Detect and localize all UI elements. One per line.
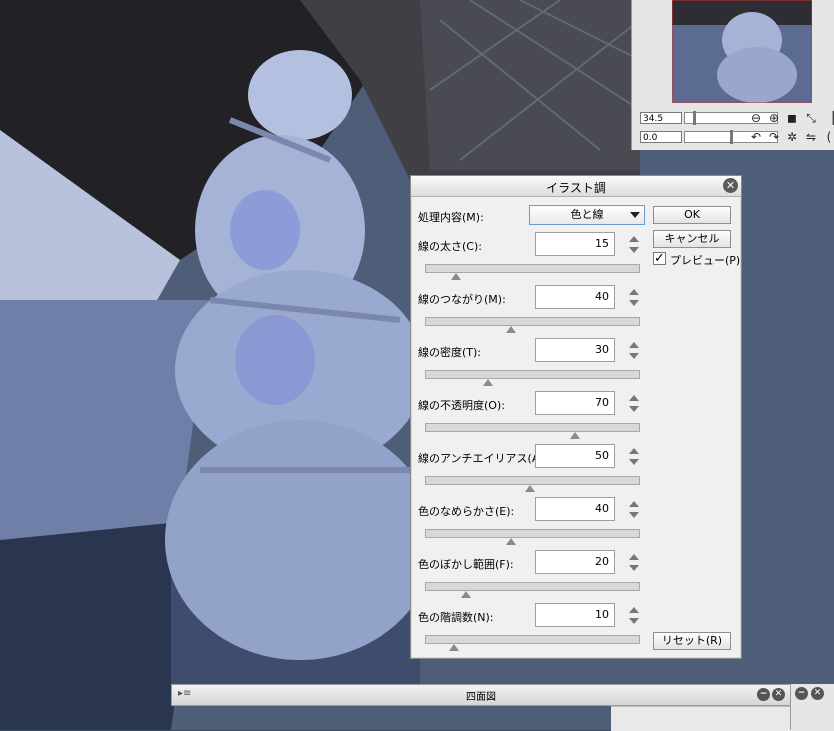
spinner-up-icon[interactable] — [629, 607, 639, 613]
right-dock-panel: − ✕ — [790, 684, 834, 730]
zoom-input[interactable]: 34.5 — [640, 112, 682, 124]
param-spinner[interactable] — [628, 235, 640, 255]
param-spinner[interactable] — [628, 394, 640, 414]
close-icon[interactable]: ✕ — [772, 688, 785, 701]
cancel-button[interactable]: キャンセル — [653, 230, 731, 248]
minimize-icon[interactable]: − — [757, 688, 770, 701]
param-slider[interactable] — [425, 370, 640, 386]
flip-icon[interactable]: ⇋ — [803, 129, 819, 145]
param-value-input[interactable]: 20 — [535, 550, 615, 574]
param-slider[interactable] — [425, 476, 640, 492]
illustration-filter-dialog: イラスト調 ✕ 処理内容(M): 色と線 OK キャンセル ✓ プレビュー(P)… — [410, 175, 742, 659]
spinner-down-icon[interactable] — [629, 247, 639, 253]
spinner-up-icon[interactable] — [629, 554, 639, 560]
param-slider[interactable] — [425, 529, 640, 545]
fit-screen-icon[interactable]: ◼ — [784, 110, 800, 126]
slider-thumb[interactable] — [570, 432, 581, 439]
slider-thumb[interactable] — [461, 591, 472, 598]
param-spinner[interactable] — [628, 553, 640, 573]
bottom-panel-titlebar[interactable]: ▸≡ 四面図 − ✕ — [171, 684, 791, 706]
spinner-up-icon[interactable] — [629, 289, 639, 295]
param-spinner[interactable] — [628, 606, 640, 626]
navigator-thumbnail[interactable] — [672, 0, 812, 103]
spinner-down-icon[interactable] — [629, 353, 639, 359]
slider-thumb[interactable] — [448, 644, 459, 651]
rotate-row: 0.0 ↶ ↷ ✲ ⇋ ( — [640, 129, 834, 145]
preview-label: プレビュー(P) — [670, 254, 741, 267]
slider-thumb[interactable] — [525, 485, 536, 492]
navigator-panel: 34.5 ⊖ ⊕ ◼ ⤡ ▕ 0.0 ↶ ↷ ✲ ⇋ ( — [631, 0, 834, 150]
param-value-input[interactable]: 70 — [535, 391, 615, 415]
param-label: 線のつながり(M): — [418, 293, 506, 306]
zoom-in-icon[interactable]: ⊕ — [766, 110, 782, 126]
spinner-down-icon[interactable] — [629, 512, 639, 518]
param-label: 色のぼかし範囲(F): — [418, 558, 514, 571]
close-icon[interactable]: ✕ — [723, 178, 738, 193]
zoom-row: 34.5 ⊖ ⊕ ◼ ⤡ ▕ — [640, 110, 834, 126]
rotate-slider-knob[interactable] — [730, 130, 733, 144]
spinner-down-icon[interactable] — [629, 565, 639, 571]
param-spinner[interactable] — [628, 341, 640, 361]
param-spinner[interactable] — [628, 500, 640, 520]
slider-thumb[interactable] — [506, 326, 517, 333]
param-value-input[interactable]: 50 — [535, 444, 615, 468]
spinner-down-icon[interactable] — [629, 459, 639, 465]
spinner-up-icon[interactable] — [629, 342, 639, 348]
reset-rotation-icon[interactable]: ✲ — [784, 129, 800, 145]
param-spinner[interactable] — [628, 447, 640, 467]
rotate-left-icon[interactable]: ↶ — [748, 129, 764, 145]
reset-button[interactable]: リセット(R) — [653, 632, 731, 650]
param-label: 線のアンチエイリアス(A): — [418, 452, 548, 465]
spinner-up-icon[interactable] — [629, 236, 639, 242]
mode-select[interactable]: 色と線 — [529, 205, 645, 225]
panel-edge-icon[interactable]: ( — [821, 129, 834, 145]
mode-select-value: 色と線 — [570, 208, 604, 221]
param-label: 色の階調数(N): — [418, 611, 494, 624]
chevron-down-icon — [630, 212, 640, 218]
preview-checkbox[interactable]: ✓ — [653, 252, 666, 265]
slider-thumb[interactable] — [506, 538, 517, 545]
rotate-right-icon[interactable]: ↷ — [766, 129, 782, 145]
param-slider[interactable] — [425, 635, 640, 651]
slider-thumb[interactable] — [450, 273, 461, 280]
param-slider[interactable] — [425, 423, 640, 439]
param-value-input[interactable]: 10 — [535, 603, 615, 627]
param-label: 線の密度(T): — [418, 346, 482, 359]
param-label: 色のなめらかさ(E): — [418, 505, 515, 518]
param-label: 線の太さ(C): — [418, 240, 482, 253]
dialog-title: イラスト調 — [546, 181, 606, 195]
spinner-up-icon[interactable] — [629, 501, 639, 507]
spinner-down-icon[interactable] — [629, 300, 639, 306]
rotate-input[interactable]: 0.0 — [640, 131, 682, 143]
param-value-input[interactable]: 40 — [535, 497, 615, 521]
param-spinner[interactable] — [628, 288, 640, 308]
bottom-panel-title: 四面図 — [466, 692, 496, 703]
param-value-input[interactable]: 15 — [535, 232, 615, 256]
param-slider[interactable] — [425, 317, 640, 333]
param-label: 線の不透明度(O): — [418, 399, 505, 412]
fit-window-icon[interactable]: ⤡ — [803, 110, 819, 126]
param-slider[interactable] — [425, 582, 640, 598]
param-value-input[interactable]: 30 — [535, 338, 615, 362]
spinner-down-icon[interactable] — [629, 406, 639, 412]
zoom-slider-knob[interactable] — [693, 111, 696, 125]
param-slider[interactable] — [425, 264, 640, 280]
param-value-input[interactable]: 40 — [535, 285, 615, 309]
ok-button[interactable]: OK — [653, 206, 731, 224]
mode-label: 処理内容(M): — [418, 211, 484, 224]
zoom-out-icon[interactable]: ⊖ — [748, 110, 764, 126]
slider-thumb[interactable] — [482, 379, 493, 386]
spinner-up-icon[interactable] — [629, 395, 639, 401]
spinner-up-icon[interactable] — [629, 448, 639, 454]
close-icon[interactable]: ✕ — [811, 687, 824, 700]
dialog-titlebar[interactable]: イラスト調 ✕ — [411, 176, 741, 197]
spinner-down-icon[interactable] — [629, 618, 639, 624]
panel-edge-icon[interactable]: ▕ — [821, 110, 834, 126]
minimize-icon[interactable]: − — [795, 687, 808, 700]
